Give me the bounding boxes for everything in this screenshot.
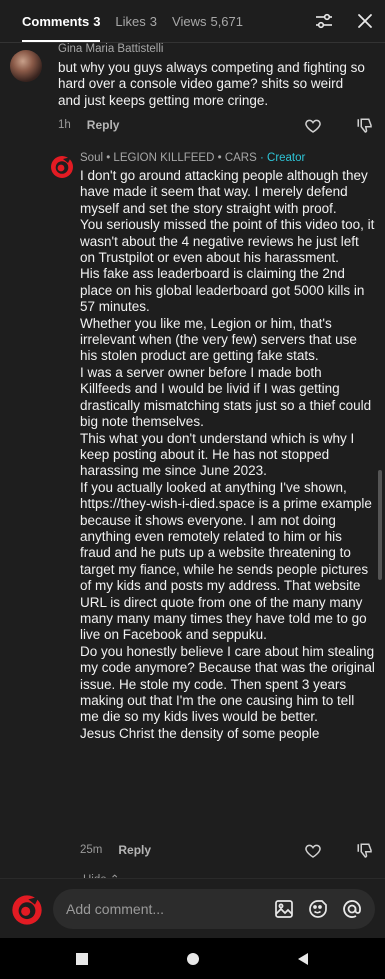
dislike-icon[interactable] [356, 117, 374, 135]
sliders-icon[interactable] [312, 9, 336, 33]
home-button[interactable] [183, 949, 203, 969]
scrollbar[interactable] [378, 470, 382, 580]
comment-author[interactable]: Gina Maria Battistelli [58, 43, 163, 55]
comment-paragraph: Do you honestly believe I care about him… [80, 643, 375, 725]
heart-icon[interactable] [304, 117, 322, 135]
comment-paragraph: but why you guys always competing and fi… [58, 60, 365, 108]
close-icon[interactable] [353, 9, 377, 33]
recents-button[interactable] [72, 949, 92, 969]
comment-time: 25m [80, 844, 103, 856]
reply-button[interactable]: Reply [118, 843, 151, 857]
comment-paragraph: His fake ass leaderboard is claiming the… [80, 266, 365, 315]
comment-paragraph: If you actually looked at anything I've … [80, 479, 372, 643]
tab-comments[interactable]: Comments 3 [22, 0, 101, 42]
comment-input[interactable] [66, 889, 266, 929]
comment-paragraph: I was a server owner before I made both … [80, 364, 372, 430]
comment-paragraph: Jesus Christ the density of some people [80, 725, 320, 741]
image-icon[interactable] [273, 898, 295, 920]
user-avatar-logo-icon [11, 894, 43, 926]
comment-text: but why you guys always competing and fi… [58, 60, 368, 109]
comment-text: I don't go around attacking people altho… [80, 168, 376, 742]
creator-logo-icon[interactable] [50, 155, 74, 179]
tab-likes-count: 3 [149, 13, 158, 29]
creator-badge: · Creator [259, 152, 306, 164]
comment-author[interactable]: Soul • LEGION KILLFEED • CARS · Creator [80, 152, 305, 164]
comment-paragraph: I don't go around attacking people altho… [80, 168, 368, 216]
tab-comments-count: 3 [93, 13, 101, 29]
comment-paragraph: This what you don't understand which is … [80, 430, 355, 479]
dislike-icon[interactable] [356, 842, 374, 860]
tab-likes-label: Likes [115, 13, 146, 29]
system-nav-bar [0, 938, 385, 979]
tab-views[interactable]: Views 5,671 [172, 0, 243, 42]
tab-comments-label: Comments [22, 13, 90, 29]
heart-icon[interactable] [304, 842, 322, 860]
reply-button[interactable]: Reply [87, 118, 120, 132]
comment-time: 1h [58, 119, 71, 131]
comment-input-box[interactable] [53, 889, 375, 929]
back-button[interactable] [293, 949, 313, 969]
tab-likes[interactable]: Likes 3 [115, 0, 157, 42]
comment-meta: 25m Reply [80, 843, 151, 857]
comment-composer [0, 878, 385, 938]
comment-meta: 1h Reply [58, 118, 119, 132]
avatar[interactable] [10, 50, 42, 82]
sticker-icon[interactable] [307, 898, 329, 920]
comment-paragraph: You seriously missed the point of this v… [80, 217, 375, 266]
comment-paragraph: Whether you like me, Legion or him, that… [80, 315, 357, 364]
tab-views-count: 5,671 [210, 13, 244, 29]
tab-views-label: Views [172, 13, 207, 29]
mention-icon[interactable] [341, 898, 363, 920]
author-name: Soul • LEGION KILLFEED • CARS [80, 152, 257, 164]
